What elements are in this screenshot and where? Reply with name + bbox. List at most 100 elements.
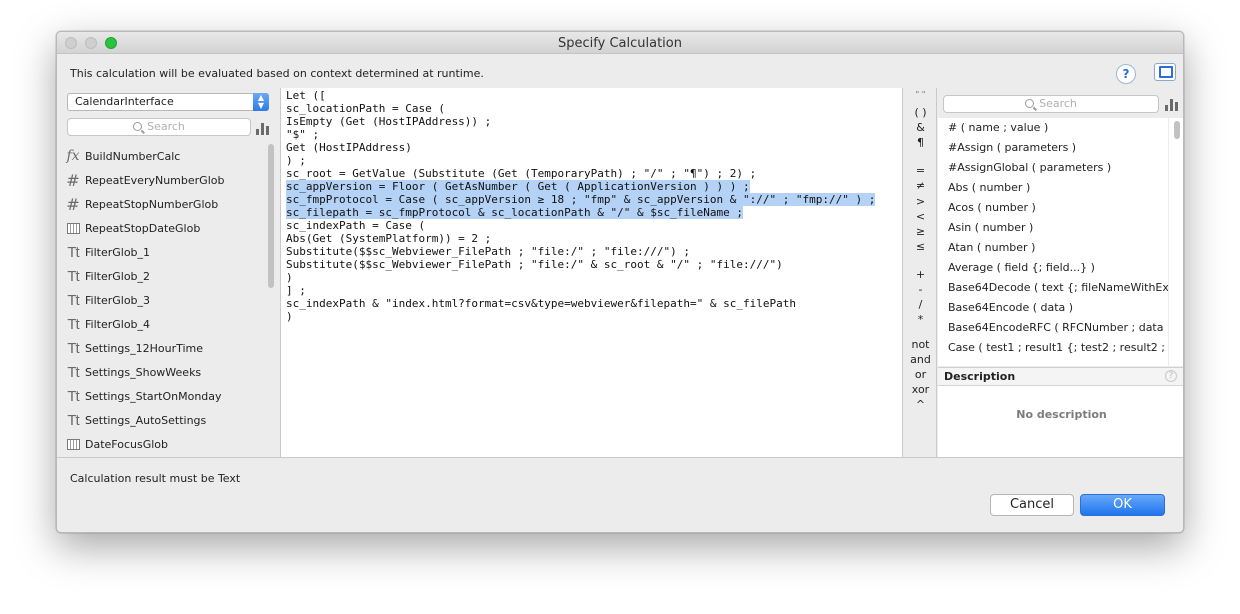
operator-button[interactable]: + xyxy=(904,268,937,281)
code-line: ) xyxy=(286,271,875,284)
operator-button[interactable]: ( ) xyxy=(904,106,937,119)
operator-button[interactable]: xor xyxy=(904,383,937,396)
function-item[interactable]: # ( name ; value ) xyxy=(938,118,1168,138)
code-line: ] ; xyxy=(286,284,875,297)
field-item[interactable]: Tt FilterGlob_1 xyxy=(63,240,263,264)
selected-code-line: sc_filepath = sc_fmpProtocol & sc_locati… xyxy=(286,206,875,219)
operator-button[interactable]: = xyxy=(904,164,937,177)
updown-chevron-icon: ▲ ▼ xyxy=(253,93,269,111)
formula-editor[interactable]: Let ([sc_locationPath = Case (IsEmpty (G… xyxy=(280,88,903,457)
field-item[interactable]: Tt Settings_StartOnMonday xyxy=(63,384,263,408)
field-item[interactable]: Tt FilterGlob_2 xyxy=(63,264,263,288)
field-item[interactable]: # RepeatEveryNumberGlob xyxy=(63,168,263,192)
text-icon: Tt xyxy=(67,363,79,381)
function-item[interactable]: Case ( test1 ; result1 {; test2 ; result… xyxy=(938,338,1168,358)
function-item[interactable]: Base64Encode ( data ) xyxy=(938,298,1168,318)
operator-button[interactable]: " " xyxy=(904,90,937,99)
function-item[interactable]: #AssignGlobal ( parameters ) xyxy=(938,158,1168,178)
operator-button[interactable]: not xyxy=(904,338,937,351)
field-item[interactable]: DateFocusGlob xyxy=(63,432,263,456)
operator-button[interactable]: > xyxy=(904,195,937,208)
fields-scrollbar[interactable] xyxy=(267,144,275,454)
functions-search-placeholder: Search xyxy=(1039,97,1077,110)
fields-list: fx BuildNumberCalc # RepeatEveryNumberGlob #… xyxy=(63,144,263,456)
field-item[interactable]: RepeatStopDateGlob xyxy=(63,216,263,240)
field-item[interactable]: fx BuildNumberCalc xyxy=(63,144,263,168)
text-icon: Tt xyxy=(67,315,79,333)
text-icon: Tt xyxy=(67,243,79,261)
field-item[interactable]: Tt Settings_AutoSettings xyxy=(63,408,263,432)
code-line-text: Abs(Get (SystemPlatform)) = 2 ; xyxy=(286,232,492,245)
functions-scrollbar[interactable] xyxy=(1169,118,1183,366)
table-selector[interactable]: CalendarInterface ▲ ▼ xyxy=(67,93,269,111)
field-name: RepeatStopNumberGlob xyxy=(85,197,219,211)
description-text: No description xyxy=(1016,408,1107,421)
ok-button[interactable]: OK xyxy=(1080,494,1165,516)
field-name: RepeatStopDateGlob xyxy=(85,221,201,235)
code-line: Abs(Get (SystemPlatform)) = 2 ; xyxy=(286,232,875,245)
functions-search-input[interactable]: Search xyxy=(943,95,1159,113)
description-header: Description ? xyxy=(938,367,1183,386)
function-item[interactable]: Asin ( number ) xyxy=(938,218,1168,238)
fields-search-input[interactable]: Search xyxy=(67,118,251,136)
field-name: Settings_12HourTime xyxy=(85,341,204,355)
specify-calculation-dialog: Specify Calculation This calculation wil… xyxy=(56,31,1184,533)
sort-options-icon[interactable] xyxy=(256,123,270,135)
code-line-text: sc_locationPath = Case ( xyxy=(286,102,445,115)
description-title: Description xyxy=(944,370,1016,383)
operator-button[interactable]: ^ xyxy=(904,398,937,411)
code-line: Substitute($$sc_Webviewer_FilePath ; "fi… xyxy=(286,258,875,271)
code-line-text: Substitute($$sc_Webviewer_FilePath ; "fi… xyxy=(286,258,783,271)
function-item[interactable]: #Assign ( parameters ) xyxy=(938,138,1168,158)
code-line-text: Let ([ xyxy=(286,89,326,102)
scrollbar-thumb[interactable] xyxy=(1174,121,1180,139)
formula-text[interactable]: Let ([sc_locationPath = Case (IsEmpty (G… xyxy=(286,89,876,323)
operator-button[interactable]: - xyxy=(904,283,937,296)
function-category-icon[interactable] xyxy=(1165,99,1179,111)
field-item[interactable]: Tt FilterGlob_4 xyxy=(63,312,263,336)
operator-button[interactable]: ≠ xyxy=(904,179,937,192)
operator-button[interactable]: < xyxy=(904,210,937,223)
field-item[interactable]: # RepeatStopNumberGlob xyxy=(63,192,263,216)
table-selector-value: CalendarInterface xyxy=(75,95,174,108)
operator-button[interactable]: * xyxy=(904,313,937,326)
operator-button[interactable]: or xyxy=(904,368,937,381)
field-item[interactable]: Tt Settings_ShowWeeks xyxy=(63,360,263,384)
description-help-icon[interactable]: ? xyxy=(1165,370,1177,382)
help-button[interactable]: ? xyxy=(1116,64,1136,84)
operator-button[interactable]: ≥ xyxy=(904,225,937,238)
selected-code-line: sc_appVersion = Floor ( GetAsNumber ( Ge… xyxy=(286,180,875,193)
function-item[interactable]: Base64Decode ( text {; fileNameWithEx... xyxy=(938,278,1168,298)
operator-button[interactable]: and xyxy=(904,353,937,366)
code-line-text: sc_fmpProtocol = Case ( sc_appVersion ≥ … xyxy=(286,193,876,206)
text-icon: Tt xyxy=(67,267,79,285)
code-line-text: ) xyxy=(286,310,293,323)
code-line: Let ([ xyxy=(286,89,875,102)
function-item[interactable]: Base64EncodeRFC ( RFCNumber ; data ) xyxy=(938,318,1168,338)
scrollbar-thumb[interactable] xyxy=(268,144,274,288)
field-item[interactable]: Tt Settings_12HourTime xyxy=(63,336,263,360)
fields-search-placeholder: Search xyxy=(147,120,185,133)
code-line-text: sc_indexPath = Case ( xyxy=(286,219,426,232)
cancel-button[interactable]: Cancel xyxy=(990,494,1074,516)
function-item[interactable]: Atan ( number ) xyxy=(938,238,1168,258)
functions-list: # ( name ; value ) #Assign ( parameters )… xyxy=(938,118,1168,366)
code-line-text: ) ; xyxy=(286,154,306,167)
field-name: BuildNumberCalc xyxy=(85,149,181,163)
field-item[interactable]: Tt FilterGlob_3 xyxy=(63,288,263,312)
operator-button[interactable]: / xyxy=(904,298,937,311)
function-item[interactable]: Acos ( number ) xyxy=(938,198,1168,218)
function-item[interactable]: Abs ( number ) xyxy=(938,178,1168,198)
search-icon xyxy=(1025,99,1035,108)
number-icon: # xyxy=(66,170,80,190)
operator-button[interactable]: ≤ xyxy=(904,240,937,253)
function-item[interactable]: Average ( field {; field...} ) xyxy=(938,258,1168,278)
result-type-label: Calculation result must be Text xyxy=(70,472,241,485)
code-line-text: IsEmpty (Get (HostIPAddress)) ; xyxy=(286,115,492,128)
operator-button[interactable]: & xyxy=(904,121,937,134)
toggle-panel-button[interactable] xyxy=(1154,63,1176,81)
operators-palette: " " ( ) & ¶ = ≠ > < ≥ ≤ + - / * not and or xor ^ xyxy=(904,88,937,457)
operator-button[interactable]: ¶ xyxy=(904,136,937,149)
field-name: Settings_StartOnMonday xyxy=(85,389,222,403)
title-bar[interactable]: Specify Calculation xyxy=(57,32,1183,54)
